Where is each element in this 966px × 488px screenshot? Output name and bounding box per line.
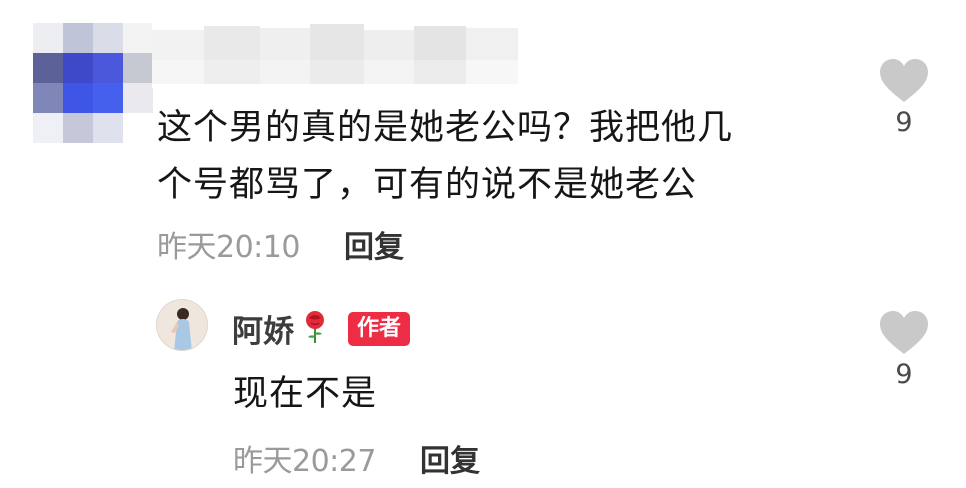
comment-time: 昨天20:10	[157, 230, 300, 265]
comment-like-button[interactable]: 9	[874, 58, 934, 138]
heart-icon	[880, 311, 928, 354]
reply-text: 现在不是	[233, 374, 378, 414]
comment-text-line-1: 这个男的真的是她老公吗？我把他几	[157, 108, 734, 148]
reply-time: 昨天20:27	[233, 444, 376, 479]
reply-author-name[interactable]: 阿娇	[232, 306, 294, 351]
reply-author-avatar[interactable]	[156, 299, 208, 351]
comment-meta: 昨天20:10 回复	[157, 222, 404, 266]
comment-like-count: 9	[895, 107, 913, 138]
reply-reply-button[interactable]: 回复	[420, 436, 480, 480]
comment-reply-button[interactable]: 回复	[344, 222, 404, 266]
reply-meta: 昨天20:27 回复	[233, 436, 480, 480]
commenter-avatar[interactable]	[33, 23, 153, 143]
rose-icon	[302, 310, 328, 348]
reply-like-count: 9	[895, 359, 913, 390]
reply-like-button[interactable]: 9	[874, 310, 934, 390]
heart-icon	[880, 59, 928, 102]
author-badge: 作者	[348, 311, 411, 346]
comment-text-line-2: 个号都骂了，可有的说不是她老公	[157, 165, 698, 205]
comment-text: 这个男的真的是她老公吗？我把他几 个号都骂了，可有的说不是她老公	[157, 100, 817, 214]
reply-header: 阿娇 作者	[232, 306, 411, 351]
commenter-name-blurred[interactable]	[152, 22, 518, 88]
